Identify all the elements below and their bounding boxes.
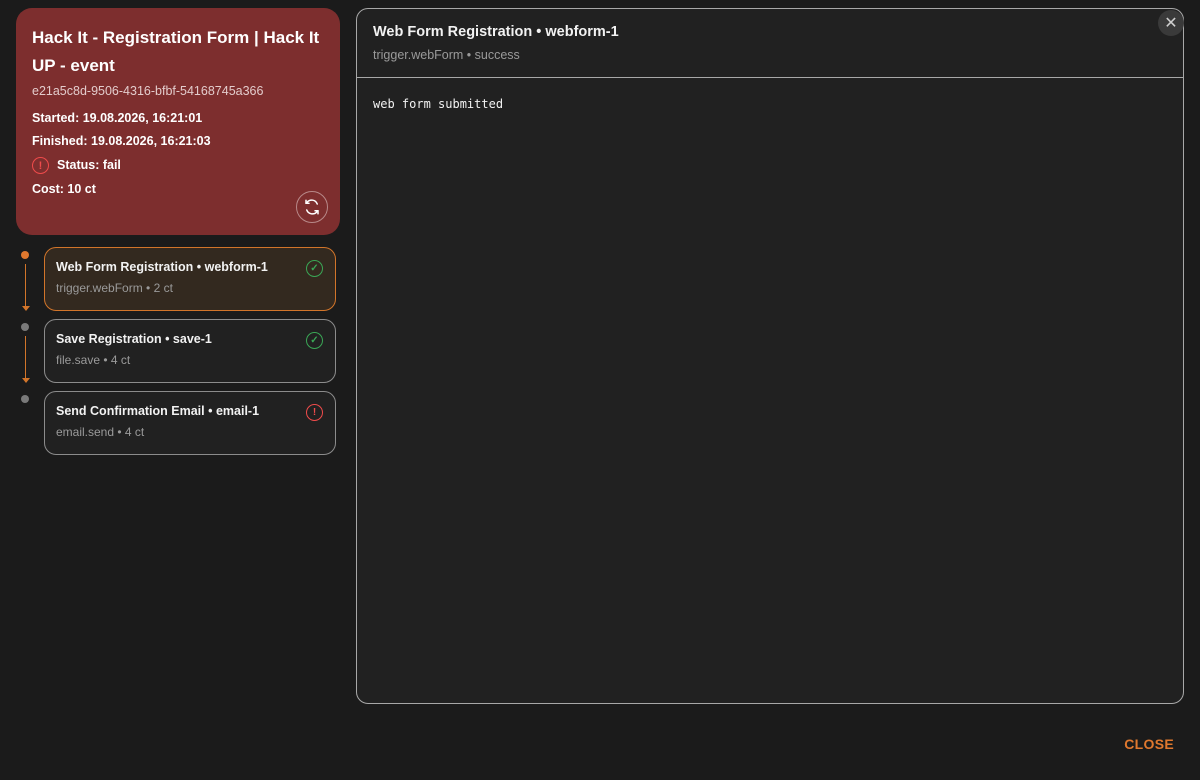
close-icon[interactable]: ✕ bbox=[1158, 10, 1184, 36]
detail-title: Web Form Registration • webform-1 bbox=[373, 24, 619, 40]
error-icon: ! bbox=[32, 157, 49, 174]
check-circle-icon: ✓ bbox=[306, 332, 323, 349]
error-icon: ! bbox=[306, 404, 323, 421]
refresh-icon bbox=[305, 199, 319, 215]
run-started: Started: 19.08.2026, 16:21:01 bbox=[32, 111, 203, 125]
timeline-connector bbox=[24, 264, 26, 308]
arrow-down-icon bbox=[21, 378, 30, 383]
run-status: ! Status: fail bbox=[32, 153, 324, 178]
step-webform-1[interactable]: Web Form Registration • webform-1 trigge… bbox=[44, 247, 336, 311]
detail-subtitle: trigger.webForm • success bbox=[373, 48, 520, 62]
run-status-text: Status: fail bbox=[57, 158, 121, 172]
arrow-down-icon bbox=[21, 306, 30, 311]
run-finished: Finished: 19.08.2026, 16:21:03 bbox=[32, 134, 211, 148]
run-title: Hack It - Registration Form | Hack It UP… bbox=[32, 28, 320, 75]
timeline-dot bbox=[21, 323, 29, 331]
run-details-dialog: Hack It - Registration Form | Hack It UP… bbox=[0, 0, 1200, 780]
step-detail-panel: Web Form Registration • webform-1 trigge… bbox=[356, 8, 1184, 704]
timeline-connector bbox=[24, 336, 26, 380]
rerun-button[interactable] bbox=[296, 191, 328, 223]
step-title: Web Form Registration • webform-1 bbox=[56, 260, 268, 274]
step-subtitle: trigger.webForm • 2 ct bbox=[56, 281, 173, 295]
step-title: Save Registration • save-1 bbox=[56, 332, 212, 346]
run-cost: Cost: 10 ct bbox=[32, 182, 96, 196]
check-circle-icon: ✓ bbox=[306, 260, 323, 277]
step-email-1[interactable]: Send Confirmation Email • email-1 email.… bbox=[44, 391, 336, 455]
step-save-1[interactable]: Save Registration • save-1 file.save • 4… bbox=[44, 319, 336, 383]
close-button[interactable]: CLOSE bbox=[1124, 736, 1174, 752]
step-subtitle: file.save • 4 ct bbox=[56, 353, 131, 367]
detail-header: Web Form Registration • webform-1 trigge… bbox=[357, 9, 1183, 78]
run-id: e21a5c8d-9506-4316-bfbf-54168745a366 bbox=[32, 84, 264, 98]
step-title: Send Confirmation Email • email-1 bbox=[56, 404, 260, 418]
detail-output: web form submitted bbox=[373, 97, 504, 111]
run-summary-card: Hack It - Registration Form | Hack It UP… bbox=[16, 8, 340, 235]
timeline-dot bbox=[21, 395, 29, 403]
step-subtitle: email.send • 4 ct bbox=[56, 425, 145, 439]
timeline-dot bbox=[21, 251, 29, 259]
